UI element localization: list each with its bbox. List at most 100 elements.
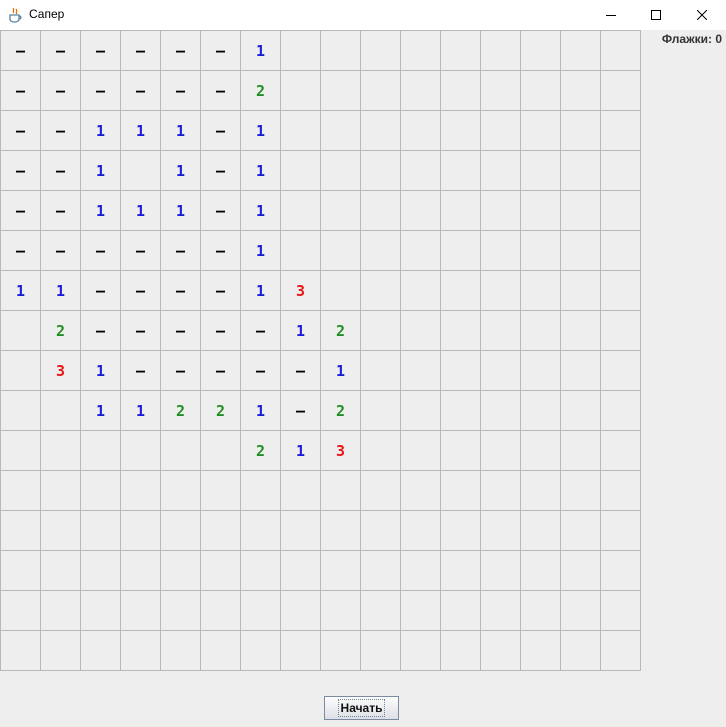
grid-cell[interactable]: 2 [161,391,201,431]
grid-cell[interactable] [401,271,441,311]
grid-cell[interactable]: – [161,71,201,111]
grid-cell[interactable] [361,191,401,231]
grid-cell[interactable] [481,431,521,471]
grid-cell[interactable] [161,471,201,511]
grid-cell[interactable] [401,631,441,671]
grid-cell[interactable] [601,551,641,591]
grid-cell[interactable]: – [41,151,81,191]
grid-cell[interactable] [521,391,561,431]
grid-cell[interactable] [121,631,161,671]
grid-cell[interactable]: – [1,31,41,71]
grid-cell[interactable] [41,471,81,511]
grid-cell[interactable] [441,271,481,311]
grid-cell[interactable] [41,431,81,471]
grid-cell[interactable] [601,271,641,311]
grid-cell[interactable]: 1 [121,111,161,151]
grid-cell[interactable] [161,551,201,591]
grid-cell[interactable] [521,431,561,471]
grid-cell[interactable] [361,551,401,591]
grid-cell[interactable] [601,391,641,431]
grid-cell[interactable] [281,151,321,191]
grid-cell[interactable] [521,631,561,671]
grid-cell[interactable] [521,231,561,271]
grid-cell[interactable]: – [41,71,81,111]
maximize-button[interactable] [633,0,679,30]
grid-cell[interactable] [561,311,601,351]
grid-cell[interactable] [481,111,521,151]
grid-cell[interactable] [81,511,121,551]
grid-cell[interactable]: – [161,351,201,391]
grid-cell[interactable] [441,351,481,391]
grid-cell[interactable]: – [121,311,161,351]
grid-cell[interactable] [281,31,321,71]
grid-cell[interactable]: 1 [241,111,281,151]
grid-cell[interactable] [401,391,441,431]
grid-cell[interactable] [561,511,601,551]
grid-cell[interactable]: 1 [81,151,121,191]
grid-cell[interactable] [201,631,241,671]
grid-cell[interactable] [601,471,641,511]
grid-cell[interactable]: 1 [1,271,41,311]
grid-cell[interactable] [401,351,441,391]
grid-cell[interactable] [281,71,321,111]
grid-cell[interactable] [561,591,601,631]
grid-cell[interactable]: – [81,71,121,111]
grid-cell[interactable] [521,551,561,591]
grid-cell[interactable] [401,431,441,471]
grid-cell[interactable] [601,31,641,71]
grid-cell[interactable] [281,551,321,591]
grid-cell[interactable] [161,591,201,631]
grid-cell[interactable] [241,511,281,551]
grid-cell[interactable]: 1 [241,231,281,271]
grid-cell[interactable] [361,111,401,151]
grid-cell[interactable] [361,151,401,191]
grid-cell[interactable] [441,551,481,591]
grid-cell[interactable] [401,471,441,511]
grid-cell[interactable] [321,591,361,631]
grid-cell[interactable] [521,591,561,631]
grid-cell[interactable] [481,311,521,351]
grid-cell[interactable] [121,471,161,511]
grid-cell[interactable]: 1 [321,351,361,391]
grid-cell[interactable] [121,431,161,471]
grid-cell[interactable] [401,311,441,351]
grid-cell[interactable]: 1 [161,191,201,231]
grid-cell[interactable] [561,471,601,511]
grid-cell[interactable]: 1 [81,191,121,231]
grid-cell[interactable] [201,591,241,631]
grid-cell[interactable]: – [81,311,121,351]
grid-cell[interactable] [41,391,81,431]
grid-cell[interactable] [401,231,441,271]
grid-cell[interactable] [601,511,641,551]
grid-cell[interactable] [441,191,481,231]
grid-cell[interactable] [321,31,361,71]
grid-cell[interactable] [441,391,481,431]
grid-cell[interactable] [561,431,601,471]
grid-cell[interactable] [161,511,201,551]
grid-cell[interactable] [321,551,361,591]
grid-cell[interactable]: – [201,271,241,311]
grid-cell[interactable] [521,111,561,151]
grid-cell[interactable]: 1 [161,151,201,191]
grid-cell[interactable] [201,551,241,591]
grid-cell[interactable] [401,151,441,191]
grid-cell[interactable] [521,511,561,551]
grid-cell[interactable]: 2 [201,391,241,431]
grid-cell[interactable]: – [201,191,241,231]
grid-cell[interactable] [361,311,401,351]
grid-cell[interactable]: – [41,191,81,231]
minimize-button[interactable] [588,0,634,30]
grid-cell[interactable] [561,551,601,591]
grid-cell[interactable]: 1 [81,111,121,151]
grid-cell[interactable]: 1 [121,191,161,231]
grid-cell[interactable] [321,631,361,671]
grid-cell[interactable]: – [281,391,321,431]
grid-cell[interactable] [121,551,161,591]
grid-cell[interactable]: – [1,231,41,271]
grid-cell[interactable] [361,631,401,671]
grid-cell[interactable] [481,511,521,551]
grid-cell[interactable] [41,511,81,551]
grid-cell[interactable] [1,591,41,631]
grid-cell[interactable]: – [41,31,81,71]
grid-cell[interactable] [361,391,401,431]
